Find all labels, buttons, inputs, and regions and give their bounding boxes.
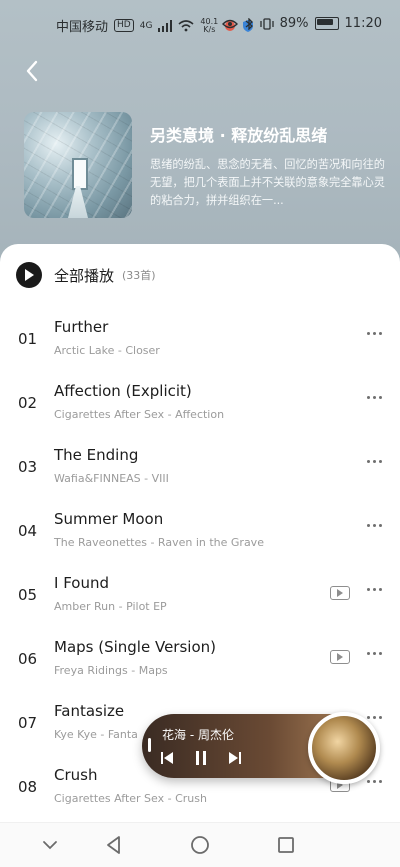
playlist-title: 另类意境 · 释放纷乱思绪: [150, 126, 328, 145]
play-circle-icon: [16, 262, 42, 288]
more-options-icon[interactable]: [367, 652, 382, 655]
play-all-button[interactable]: 全部播放 (33首): [16, 262, 156, 288]
playlist-cover: [24, 112, 132, 218]
track-count: (33首): [122, 269, 156, 282]
chevron-down-icon[interactable]: [36, 831, 64, 859]
more-options-icon[interactable]: [367, 716, 382, 719]
battery-percent: 89%: [279, 16, 309, 31]
playlist-description[interactable]: 思绪的纷乱、思念的无着、回忆的苦况和向往的无望，把几个表面上并不关联的意象完全靠…: [150, 156, 386, 210]
track-artist-album: Kye Kye - Fanta: [54, 728, 138, 741]
music-video-icon[interactable]: [330, 586, 350, 600]
more-options-icon[interactable]: [367, 524, 382, 527]
track-row[interactable]: 06 Maps (Single Version) Freya Ridings -…: [0, 626, 400, 690]
eye-icon: [221, 19, 238, 28]
track-number: 04: [18, 522, 38, 540]
pause-icon[interactable]: [194, 750, 208, 766]
player-controls: [160, 750, 242, 766]
bluetooth-icon: [245, 17, 253, 30]
battery-icon: [314, 17, 339, 30]
hd-badge: HD: [114, 19, 134, 32]
mini-player[interactable]: 花海 - 周杰伦: [142, 712, 380, 784]
track-title: Crush: [54, 766, 98, 784]
track-title: Summer Moon: [54, 510, 164, 528]
track-artist-album: Amber Run - Pilot EP: [54, 600, 167, 613]
track-artist-album: Cigarettes After Sex - Affection: [54, 408, 225, 421]
track-title: I Found: [54, 574, 109, 592]
vibrate-icon: [259, 17, 274, 30]
more-options-icon[interactable]: [367, 588, 382, 591]
track-artist-album: Arctic Lake - Closer: [54, 344, 160, 357]
previous-icon[interactable]: [160, 751, 174, 765]
album-art-disc[interactable]: [308, 712, 380, 784]
music-video-icon[interactable]: [330, 650, 350, 664]
more-options-icon[interactable]: [367, 780, 382, 783]
signal-icon: [158, 19, 173, 32]
network-type: 4G: [139, 20, 153, 31]
now-playing-label: 花海 - 周杰伦: [162, 728, 234, 742]
track-title: Further: [54, 318, 109, 336]
more-options-icon[interactable]: [367, 396, 382, 399]
track-row[interactable]: 01 Further Arctic Lake - Closer: [0, 306, 400, 370]
next-icon[interactable]: [228, 751, 242, 765]
track-number: 06: [18, 650, 38, 668]
carrier-label: 中国移动: [56, 20, 109, 35]
track-number: 07: [18, 714, 38, 732]
more-options-icon[interactable]: [367, 332, 382, 335]
track-number: 02: [18, 394, 38, 412]
back-triangle-icon[interactable]: [100, 831, 128, 859]
recents-square-icon[interactable]: [272, 831, 300, 859]
more-options-icon[interactable]: [367, 460, 382, 463]
track-title: The Ending: [54, 446, 139, 464]
network-speed: 40.1 K/s: [200, 16, 219, 34]
track-artist-album: Wafia&FINNEAS - VIII: [54, 472, 169, 485]
play-all-label: 全部播放: [54, 266, 115, 285]
track-row[interactable]: 04 Summer Moon The Raveonettes - Raven i…: [0, 498, 400, 562]
track-title: Affection (Explicit): [54, 382, 192, 400]
track-number: 01: [18, 330, 38, 348]
chevron-left-icon: [26, 60, 38, 82]
drag-handle[interactable]: [148, 738, 151, 752]
track-title: Maps (Single Version): [54, 638, 216, 656]
track-number: 05: [18, 586, 38, 604]
status-bar: 中国移动 HD 4G 40.1 K/s 89% 11:20: [0, 0, 400, 48]
track-row[interactable]: 02 Affection (Explicit) Cigarettes After…: [0, 370, 400, 434]
system-nav-bar: [0, 822, 400, 867]
track-row[interactable]: 05 I Found Amber Run - Pilot EP: [0, 562, 400, 626]
track-title: Fantasize: [54, 702, 125, 720]
clock: 11:20: [344, 16, 382, 31]
track-artist-album: Cigarettes After Sex - Crush: [54, 792, 207, 805]
home-circle-icon[interactable]: [186, 831, 214, 859]
track-artist-album: Freya Ridings - Maps: [54, 664, 168, 677]
wifi-icon: [178, 19, 194, 31]
track-artist-album: The Raveonettes - Raven in the Grave: [54, 536, 264, 549]
track-number: 08: [18, 778, 38, 796]
track-row[interactable]: 03 The Ending Wafia&FINNEAS - VIII: [0, 434, 400, 498]
back-button[interactable]: [20, 58, 46, 84]
status-right: 89% 11:20: [221, 16, 382, 31]
track-number: 03: [18, 458, 38, 476]
